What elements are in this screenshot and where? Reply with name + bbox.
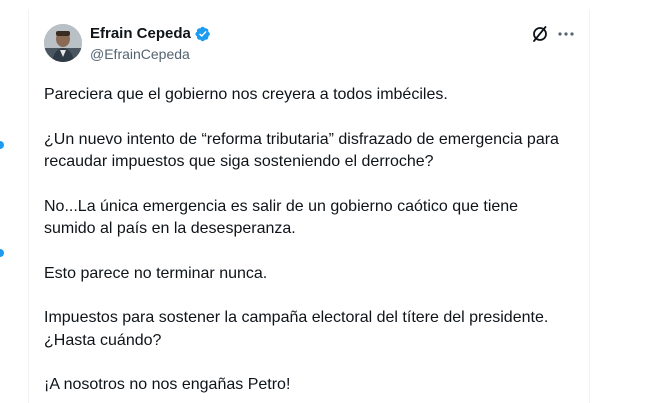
verified-badge-icon[interactable] [195,26,211,42]
author-display-name[interactable]: Efrain Cepeda [90,25,191,43]
tweet-line: ¿Un nuevo intento de “reforma tributaria… [44,130,559,148]
tweet-paragraph: Esto parece no terminar nunca. [44,263,584,286]
tweet-line: sumido al país en la desesperanza. [44,220,296,237]
tweet-line: Esto parece no terminar nunca. [44,264,268,282]
grok-icon[interactable] [531,25,549,43]
tweet-card[interactable]: Efrain Cepeda @EfrainCepeda Pareciera qu… [28,10,590,403]
avatar[interactable] [44,24,82,62]
tweet-line: Pareciera que el gobierno nos creyera a … [44,86,448,103]
tweet-line: No...La única emergencia es salir de un … [44,197,519,215]
tweet-line: ¿Hasta cuándo? [44,331,162,349]
tweet-paragraph: ¿Un nuevo intento de “reforma tributaria… [44,129,584,174]
tweet-line: recaudar impuestos que siga sosteniendo … [44,153,434,170]
more-options-icon[interactable] [557,25,575,43]
author-name-row: Efrain Cepeda [90,25,211,43]
tweet-text: Pareciera que el gobierno nos creyera a … [44,84,584,403]
tweet-line: Impuestos para sostener la campaña elect… [44,309,549,326]
timeline-indicator-dot [0,141,4,149]
tweet-paragraph: Impuestos para sostener la campaña elect… [44,307,584,352]
tweet-paragraph: ¡A nosotros no nos engañas Petro! [44,374,584,397]
timeline-indicator-dot [0,249,4,257]
tweet-paragraph: Pareciera que el gobierno nos creyera a … [44,84,584,107]
tweet-paragraph: No...La única emergencia es salir de un … [44,196,584,241]
tweet-line: ¡A nosotros no nos engañas Petro! [44,376,291,393]
page: Efrain Cepeda @EfrainCepeda Pareciera qu… [0,0,648,403]
avatar-photo-icon [44,24,82,62]
author-handle[interactable]: @EfrainCepeda [90,45,190,63]
